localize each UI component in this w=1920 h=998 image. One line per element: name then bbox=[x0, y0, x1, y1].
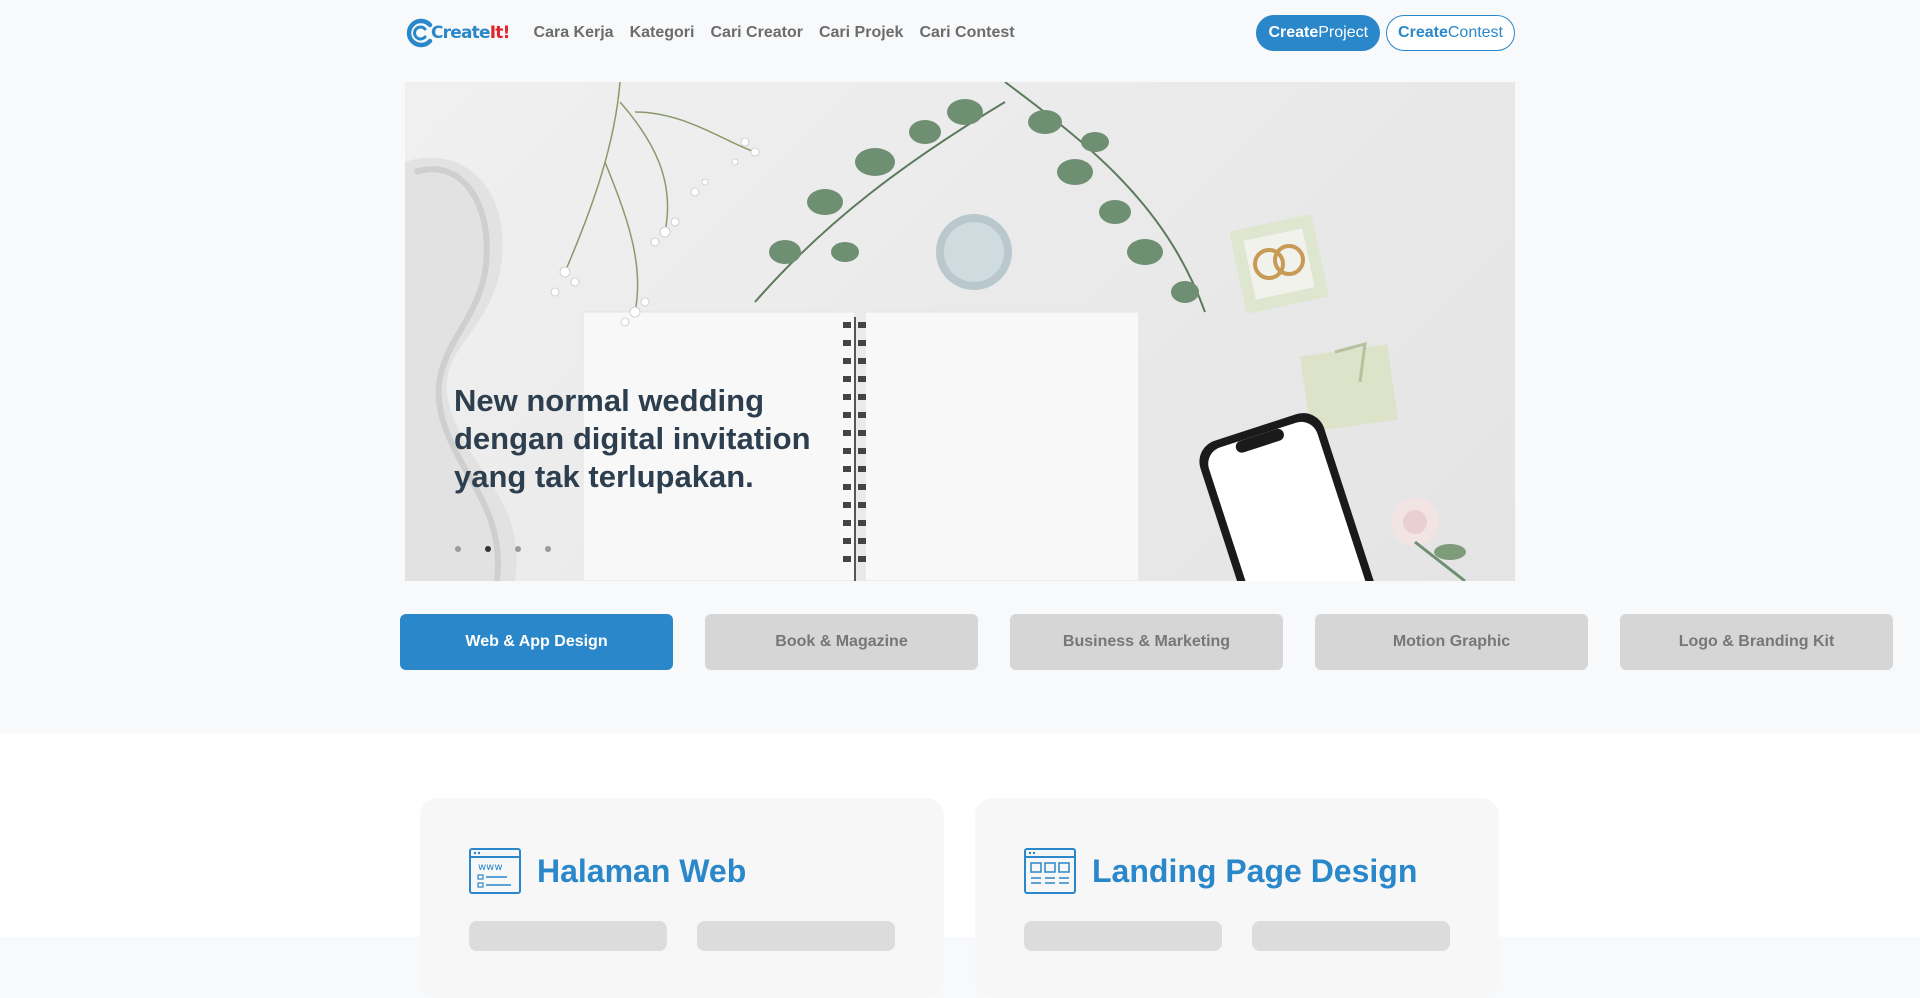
carousel-dot-2[interactable] bbox=[485, 546, 491, 552]
top-navbar: CreateIt! Cara Kerja Kategori Cari Creat… bbox=[405, 10, 1515, 56]
svg-text:www: www bbox=[478, 862, 503, 873]
carousel-dot-4[interactable] bbox=[545, 546, 551, 552]
subcategory-card-landing-page-design[interactable]: Landing Page Design bbox=[975, 798, 1499, 998]
nav-link-cari-creator[interactable]: Cari Creator bbox=[710, 24, 802, 42]
hero-caption: New normal wedding dengan digital invita… bbox=[454, 383, 811, 494]
category-book-magazine[interactable]: Book & Magazine bbox=[705, 614, 978, 670]
card-option-chip[interactable] bbox=[1252, 921, 1450, 951]
layout-grid-icon bbox=[1024, 848, 1076, 894]
card-header: www Halaman Web bbox=[469, 848, 746, 894]
category-tabs: Web & App Design Book & Magazine Busines… bbox=[400, 614, 1893, 670]
nav-link-cara-kerja[interactable]: Cara Kerja bbox=[534, 24, 614, 42]
category-motion-graphic[interactable]: Motion Graphic bbox=[1315, 614, 1588, 670]
card-header: Landing Page Design bbox=[1024, 848, 1417, 894]
card-option-chip[interactable] bbox=[697, 921, 895, 951]
create-project-button[interactable]: Create Project bbox=[1256, 15, 1381, 51]
nav-link-cari-contest[interactable]: Cari Contest bbox=[919, 24, 1014, 42]
carousel-dot-1[interactable] bbox=[455, 546, 461, 552]
nav-links: Cara Kerja Kategori Cari Creator Cari Pr… bbox=[534, 24, 1031, 42]
card-title: Landing Page Design bbox=[1092, 852, 1418, 889]
hero-wedding-image bbox=[405, 82, 1466, 581]
carousel-dot-3[interactable] bbox=[515, 546, 521, 552]
subcategory-section: www Halaman Web Landing Page Design bbox=[0, 733, 1920, 998]
www-browser-icon: www bbox=[469, 848, 521, 894]
createit-logo[interactable]: CreateIt! bbox=[405, 10, 510, 56]
nav-link-cari-projek[interactable]: Cari Projek bbox=[819, 24, 903, 42]
subcategory-card-halaman-web[interactable]: www Halaman Web bbox=[420, 798, 944, 998]
nav-link-kategori[interactable]: Kategori bbox=[630, 24, 695, 42]
nav-actions: Create Project Create Contest bbox=[1256, 15, 1515, 51]
card-title: Halaman Web bbox=[537, 852, 747, 889]
card-option-chip[interactable] bbox=[469, 921, 667, 951]
category-web-app-design[interactable]: Web & App Design bbox=[400, 614, 673, 670]
category-logo-branding-kit[interactable]: Logo & Branding Kit bbox=[1620, 614, 1893, 670]
category-business-marketing[interactable]: Business & Marketing bbox=[1010, 614, 1283, 670]
hero-carousel[interactable]: New normal wedding dengan digital invita… bbox=[405, 82, 1515, 581]
create-contest-button[interactable]: Create Contest bbox=[1386, 15, 1515, 51]
card-option-chip[interactable] bbox=[1024, 921, 1222, 951]
carousel-indicators bbox=[455, 546, 551, 552]
logo-wordmark: CreateIt! bbox=[431, 23, 510, 43]
